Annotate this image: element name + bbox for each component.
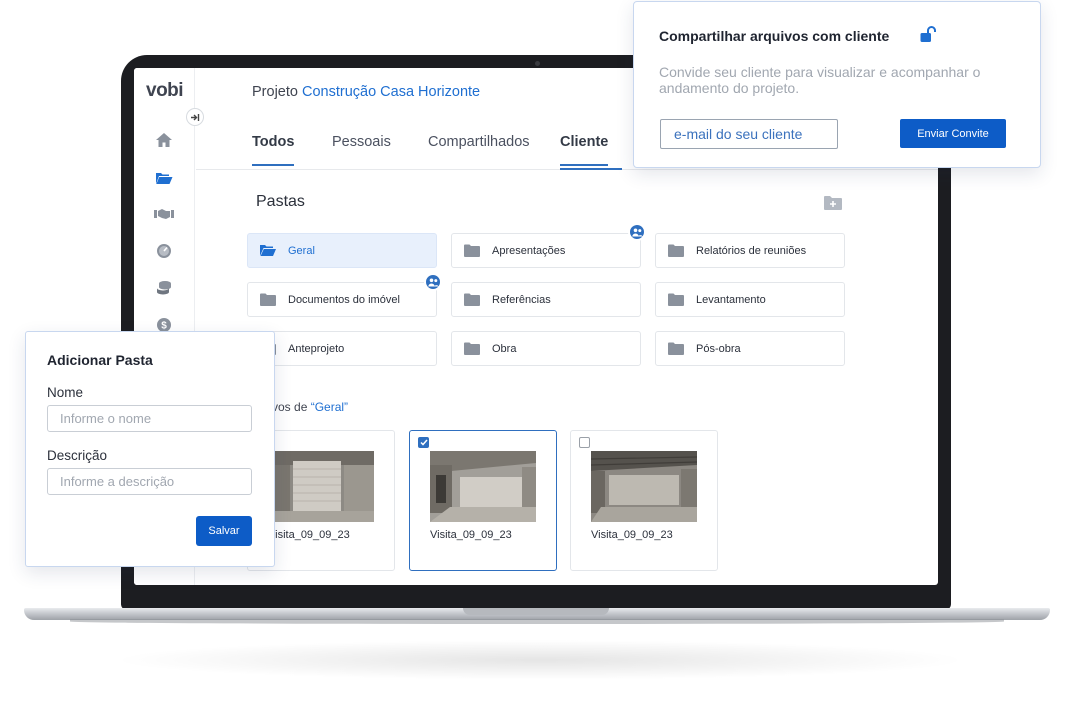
folder-icon bbox=[260, 293, 276, 306]
folder-documentos-do-imovel[interactable]: Documentos do imóvel bbox=[247, 282, 437, 317]
folder-icon bbox=[464, 244, 480, 257]
folder-pos-obra[interactable]: Pós-obra bbox=[655, 331, 845, 366]
laptop-camera bbox=[535, 61, 540, 66]
folder-open-icon[interactable] bbox=[154, 169, 174, 187]
project-name-link[interactable]: Construção Casa Horizonte bbox=[302, 84, 480, 100]
folders-section-title: Pastas bbox=[256, 193, 305, 210]
tab-todos[interactable]: Todos bbox=[252, 134, 295, 166]
folder-anteprojeto[interactable]: Anteprojeto bbox=[247, 331, 437, 366]
project-prefix: Projeto bbox=[252, 84, 298, 100]
home-icon[interactable] bbox=[154, 131, 174, 149]
project-breadcrumb: Projeto Construção Casa Horizonte bbox=[252, 84, 480, 100]
shared-users-icon bbox=[628, 223, 646, 241]
tab-pessoais[interactable]: Pessoais bbox=[332, 134, 391, 164]
folder-name: Pós-obra bbox=[696, 342, 741, 355]
laptop-shadow bbox=[110, 640, 970, 680]
description-field-label: Descrição bbox=[47, 448, 108, 463]
coins-icon[interactable] bbox=[154, 279, 174, 297]
handshake-icon[interactable] bbox=[154, 205, 174, 223]
add-folder-popup-title: Adicionar Pasta bbox=[47, 352, 153, 368]
folder-obra[interactable]: Obra bbox=[451, 331, 641, 366]
gauge-icon[interactable] bbox=[154, 242, 174, 260]
shared-users-icon bbox=[424, 273, 442, 291]
name-field-label: Nome bbox=[47, 385, 84, 400]
folder-levantamento[interactable]: Levantamento bbox=[655, 282, 845, 317]
folder-relatorios-de-reunioes[interactable]: Relatórios de reuniões bbox=[655, 233, 845, 268]
app-logo: vobi bbox=[146, 80, 184, 101]
laptop-base-foot bbox=[70, 619, 1004, 624]
folder-name: Anteprojeto bbox=[288, 342, 345, 355]
save-button[interactable]: Salvar bbox=[196, 516, 252, 546]
file-name: Visita_09_09_23 bbox=[268, 529, 350, 541]
file-thumbnail bbox=[268, 451, 374, 522]
folder-geral[interactable]: Geral bbox=[247, 233, 437, 268]
client-email-input[interactable] bbox=[660, 119, 838, 149]
folder-name: Levantamento bbox=[696, 293, 766, 306]
folder-name: Geral bbox=[288, 244, 315, 257]
tab-compartilhados[interactable]: Compartilhados bbox=[428, 134, 530, 164]
folder-name-input[interactable] bbox=[47, 405, 252, 432]
laptop-base-notch bbox=[463, 608, 609, 615]
tab-cliente-label: Cliente bbox=[560, 134, 609, 150]
sidebar-collapse-button[interactable] bbox=[186, 108, 204, 126]
folder-name: Relatórios de reuniões bbox=[696, 244, 807, 257]
add-folder-icon[interactable] bbox=[824, 195, 842, 211]
file-checkbox-checked[interactable] bbox=[418, 437, 429, 448]
file-name: Visita_09_09_23 bbox=[430, 529, 512, 541]
folder-open-icon bbox=[260, 245, 276, 256]
share-popup-description: Convide seu cliente para visualizar e ac… bbox=[659, 64, 981, 96]
folder-referencias[interactable]: Referências bbox=[451, 282, 641, 317]
share-popup-title: Compartilhar arquivos com cliente bbox=[659, 28, 890, 44]
file-thumbnail bbox=[591, 451, 697, 522]
file-thumbnail bbox=[430, 451, 536, 522]
file-name: Visita_09_09_23 bbox=[591, 529, 673, 541]
send-invite-button[interactable]: Enviar Convite bbox=[900, 119, 1006, 148]
folder-name: Documentos do imóvel bbox=[288, 293, 400, 306]
folder-icon bbox=[464, 342, 480, 355]
add-folder-popup: Adicionar Pasta Nome Descrição Salvar bbox=[25, 331, 275, 567]
lock-open-icon bbox=[920, 26, 936, 43]
file-card[interactable]: Visita_09_09_23 bbox=[570, 430, 718, 571]
folder-icon bbox=[668, 244, 684, 257]
share-with-client-popup: Compartilhar arquivos com cliente Convid… bbox=[633, 1, 1041, 168]
folder-name: Apresentações bbox=[492, 244, 566, 257]
tab-cliente[interactable]: Cliente bbox=[560, 134, 609, 166]
folder-description-input[interactable] bbox=[47, 468, 252, 495]
folder-icon bbox=[464, 293, 480, 306]
folder-icon bbox=[668, 293, 684, 306]
folder-apresentacoes[interactable]: Apresentações bbox=[451, 233, 641, 268]
file-card[interactable]: Visita_09_09_23 bbox=[409, 430, 557, 571]
file-checkbox[interactable] bbox=[579, 437, 590, 448]
folder-icon bbox=[668, 342, 684, 355]
svg-text:$: $ bbox=[161, 321, 167, 332]
folder-name: Referências bbox=[492, 293, 551, 306]
tab-cliente-underline bbox=[560, 168, 622, 170]
folder-name: Obra bbox=[492, 342, 517, 355]
files-label-folder: “Geral” bbox=[310, 400, 349, 414]
